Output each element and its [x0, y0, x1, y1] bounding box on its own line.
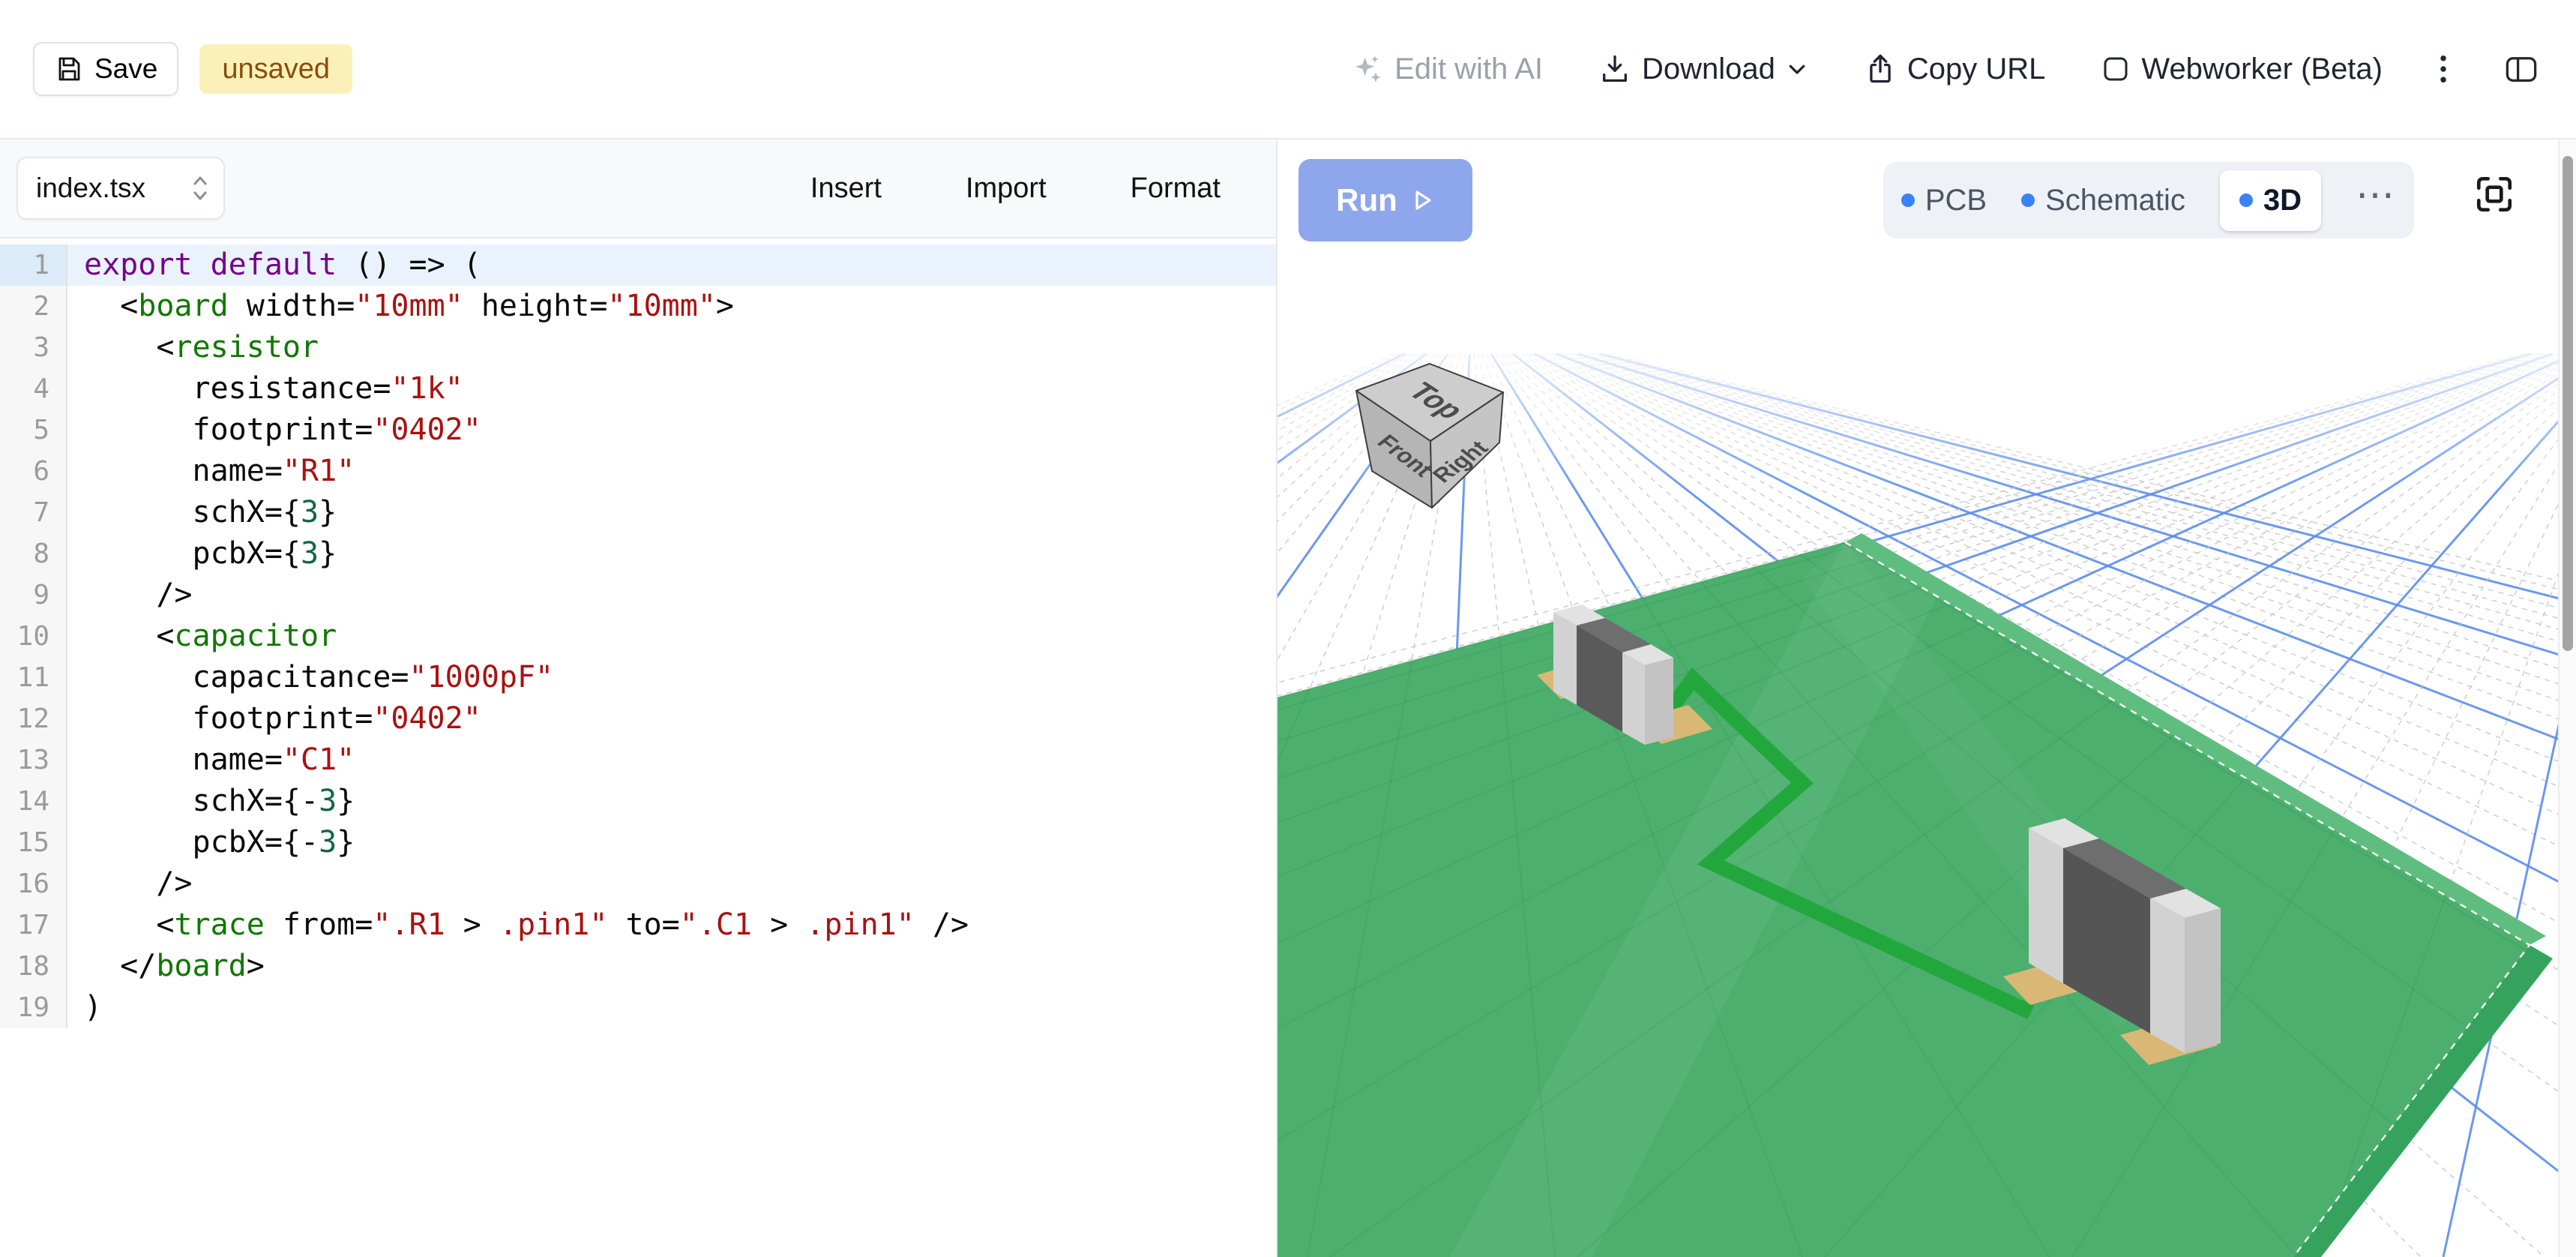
code-line[interactable]: 18 </board>: [0, 946, 1276, 987]
tab-dot-icon: [1901, 194, 1915, 207]
tab-3d-label: 3D: [2263, 184, 2302, 218]
tab-schematic[interactable]: Schematic: [2021, 184, 2185, 218]
chevron-down-icon: [1786, 58, 1808, 80]
line-number: 7: [0, 492, 67, 533]
code-line[interactable]: 19): [0, 987, 1276, 1028]
app-window: Save unsaved Edit with AI: [0, 0, 2576, 1257]
code-line[interactable]: 12 footprint="0402": [0, 698, 1276, 740]
line-number: 1: [0, 244, 67, 286]
line-number: 13: [0, 740, 67, 781]
share-icon: [1864, 52, 1897, 86]
insert-button[interactable]: Insert: [810, 172, 882, 205]
code-line[interactable]: 15 pcbX={-3}: [0, 822, 1276, 863]
download-button[interactable]: Download: [1598, 52, 1808, 86]
overflow-menu-button[interactable]: [2438, 52, 2449, 86]
line-number: 6: [0, 451, 67, 492]
file-name: index.tsx: [36, 172, 145, 204]
code-line[interactable]: 4 resistance="1k": [0, 368, 1276, 410]
webworker-label: Webworker (Beta): [2141, 52, 2383, 86]
tab-pcb[interactable]: PCB: [1901, 184, 1987, 218]
import-button[interactable]: Import: [966, 172, 1047, 205]
line-number: 10: [0, 616, 67, 657]
code-line[interactable]: 7 schX={3}: [0, 492, 1276, 533]
viewer-pane: Run PCB Schematic 3D: [1278, 140, 2558, 1257]
code-line[interactable]: 8 pcbX={3}: [0, 533, 1276, 574]
sidebar-toggle-icon: [2504, 52, 2539, 86]
view-tabs: PCB Schematic 3D ⋯: [1883, 162, 2414, 238]
line-number: 11: [0, 657, 67, 698]
code-rows[interactable]: 1export default () => (2 <board width="1…: [0, 238, 1276, 1028]
tab-dot-icon: [2239, 194, 2253, 207]
line-number: 2: [0, 286, 67, 327]
line-number: 12: [0, 698, 67, 740]
run-label: Run: [1336, 182, 1397, 218]
code-line[interactable]: 13 name="C1": [0, 740, 1276, 781]
line-number: 18: [0, 946, 67, 987]
viewer-toolbar: Run PCB Schematic 3D: [1278, 140, 2558, 255]
panel-toggle-button[interactable]: [2504, 52, 2539, 86]
line-number: 4: [0, 368, 67, 410]
copy-url-label: Copy URL: [1907, 52, 2046, 86]
kebab-menu-icon: [2438, 52, 2449, 86]
save-label: Save: [94, 53, 157, 85]
save-button[interactable]: Save: [33, 42, 178, 96]
code-line[interactable]: 3 <resistor: [0, 327, 1276, 368]
line-number: 17: [0, 904, 67, 946]
edit-with-ai-label: Edit with AI: [1394, 52, 1543, 86]
status-badge: unsaved: [199, 44, 352, 94]
copy-url-button[interactable]: Copy URL: [1864, 52, 2046, 86]
tab-dot-icon: [2021, 194, 2035, 207]
run-button[interactable]: Run: [1298, 159, 1472, 242]
line-number: 3: [0, 327, 67, 368]
code-line[interactable]: 11 capacitance="1000pF": [0, 657, 1276, 698]
editor-pane: index.tsx Insert Import Format 1export d…: [0, 140, 1276, 1257]
download-icon: [1598, 52, 1631, 86]
scrollbar-thumb[interactable]: [2563, 156, 2573, 651]
play-icon: [1409, 188, 1435, 213]
code-line[interactable]: 5 footprint="0402": [0, 410, 1276, 451]
code-line[interactable]: 2 <board width="10mm" height="10mm">: [0, 286, 1276, 327]
code-line[interactable]: 17 <trace from=".R1 > .pin1" to=".C1 > .…: [0, 904, 1276, 946]
format-button[interactable]: Format: [1131, 172, 1221, 205]
tab-pcb-label: PCB: [1925, 184, 1987, 218]
code-line[interactable]: 10 <capacitor: [0, 616, 1276, 657]
fullscreen-button[interactable]: [2473, 172, 2516, 216]
3d-viewport[interactable]: Top Front Right: [1278, 255, 2558, 1257]
code-line[interactable]: 6 name="R1": [0, 451, 1276, 492]
download-label: Download: [1642, 52, 1775, 86]
tab-3d[interactable]: 3D: [2220, 170, 2321, 231]
line-number: 8: [0, 533, 67, 574]
line-number: 14: [0, 781, 67, 822]
tabs-more-button[interactable]: ⋯: [2356, 195, 2396, 206]
line-number: 5: [0, 410, 67, 451]
page-scrollbar[interactable]: [2558, 140, 2576, 1257]
edit-with-ai-button[interactable]: Edit with AI: [1351, 52, 1543, 86]
line-number: 9: [0, 574, 67, 616]
code-line[interactable]: 9 />: [0, 574, 1276, 616]
line-number: 15: [0, 822, 67, 863]
line-number: 19: [0, 987, 67, 1028]
webworker-toggle[interactable]: Webworker (Beta): [2101, 52, 2383, 86]
code-line[interactable]: 14 schX={-3}: [0, 781, 1276, 822]
tab-schematic-label: Schematic: [2045, 184, 2185, 218]
chevrons-up-down-icon: [190, 172, 210, 205]
code-line[interactable]: 1export default () => (: [0, 244, 1276, 286]
sparkles-icon: [1351, 52, 1384, 86]
code-line[interactable]: 16 />: [0, 863, 1276, 904]
file-selector[interactable]: index.tsx: [16, 157, 225, 220]
floppy-disk-icon: [54, 54, 84, 84]
checkbox-icon[interactable]: [2101, 54, 2131, 84]
line-number: 16: [0, 863, 67, 904]
top-toolbar: Save unsaved Edit with AI: [0, 0, 2576, 140]
editor-header: index.tsx Insert Import Format: [0, 140, 1276, 238]
